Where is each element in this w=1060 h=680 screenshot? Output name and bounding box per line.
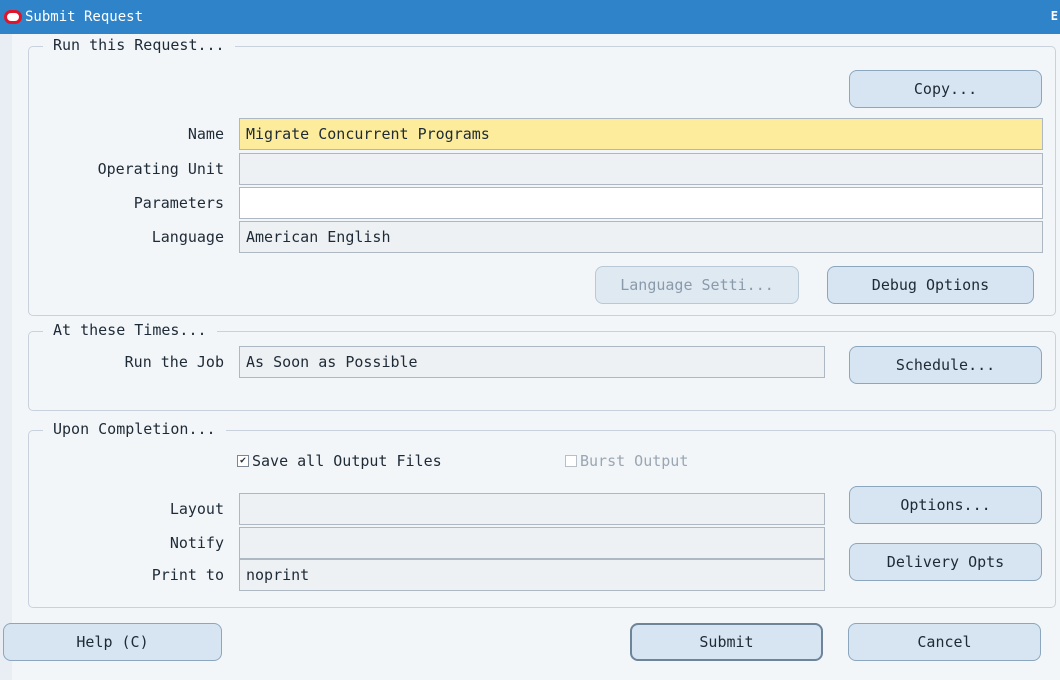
run-this-request-legend: Run this Request... xyxy=(43,36,235,54)
at-these-times-legend: At these Times... xyxy=(43,321,217,339)
upon-completion-legend: Upon Completion... xyxy=(43,420,226,438)
print-to-label: Print to xyxy=(151,566,224,584)
cancel-button[interactable]: Cancel xyxy=(848,623,1041,661)
run-this-request-group: Run this Request... Copy... Name Operati… xyxy=(28,36,1056,316)
burst-output-checkbox[interactable]: Burst Output xyxy=(565,450,688,472)
delivery-opts-button[interactable]: Delivery Opts xyxy=(849,543,1042,581)
run-the-job-label: Run the Job xyxy=(124,353,224,371)
operating-unit-field[interactable] xyxy=(239,153,1043,185)
notify-label: Notify xyxy=(169,534,224,552)
checkbox-unchecked-icon xyxy=(565,455,577,467)
operating-unit-label: Operating Unit xyxy=(97,160,224,178)
options-button[interactable]: Options... xyxy=(849,486,1042,524)
oracle-logo-icon xyxy=(4,10,22,24)
window-title: Submit Request xyxy=(25,9,144,25)
copy-button[interactable]: Copy... xyxy=(849,70,1042,108)
checkbox-checked-icon: ✔ xyxy=(237,455,249,467)
save-all-output-files-checkbox[interactable]: ✔ Save all Output Files xyxy=(237,450,442,472)
print-to-field[interactable] xyxy=(239,559,825,591)
name-field[interactable] xyxy=(239,118,1043,150)
language-label: Language xyxy=(151,228,224,246)
parameters-field[interactable] xyxy=(239,187,1043,219)
parameters-label: Parameters xyxy=(133,194,224,212)
titlebar-corner-letter: E xyxy=(1050,9,1058,23)
notify-field[interactable] xyxy=(239,527,825,559)
help-button[interactable]: Help (C) xyxy=(3,623,222,661)
language-settings-button[interactable]: Language Setti... xyxy=(595,266,799,304)
debug-options-button[interactable]: Debug Options xyxy=(827,266,1034,304)
name-label: Name xyxy=(187,125,224,143)
layout-field[interactable] xyxy=(239,493,825,525)
upon-completion-group: Upon Completion... ✔ Save all Output Fil… xyxy=(28,420,1056,608)
run-the-job-field[interactable] xyxy=(239,346,825,378)
submit-request-window: Run this Request... Copy... Name Operati… xyxy=(3,34,1060,680)
schedule-button[interactable]: Schedule... xyxy=(849,346,1042,384)
window-titlebar[interactable]: Submit Request E xyxy=(0,0,1060,34)
layout-label: Layout xyxy=(169,500,224,518)
language-field[interactable] xyxy=(239,221,1043,253)
submit-button[interactable]: Submit xyxy=(630,623,823,661)
at-these-times-group: At these Times... Run the Job Schedule..… xyxy=(28,321,1056,411)
